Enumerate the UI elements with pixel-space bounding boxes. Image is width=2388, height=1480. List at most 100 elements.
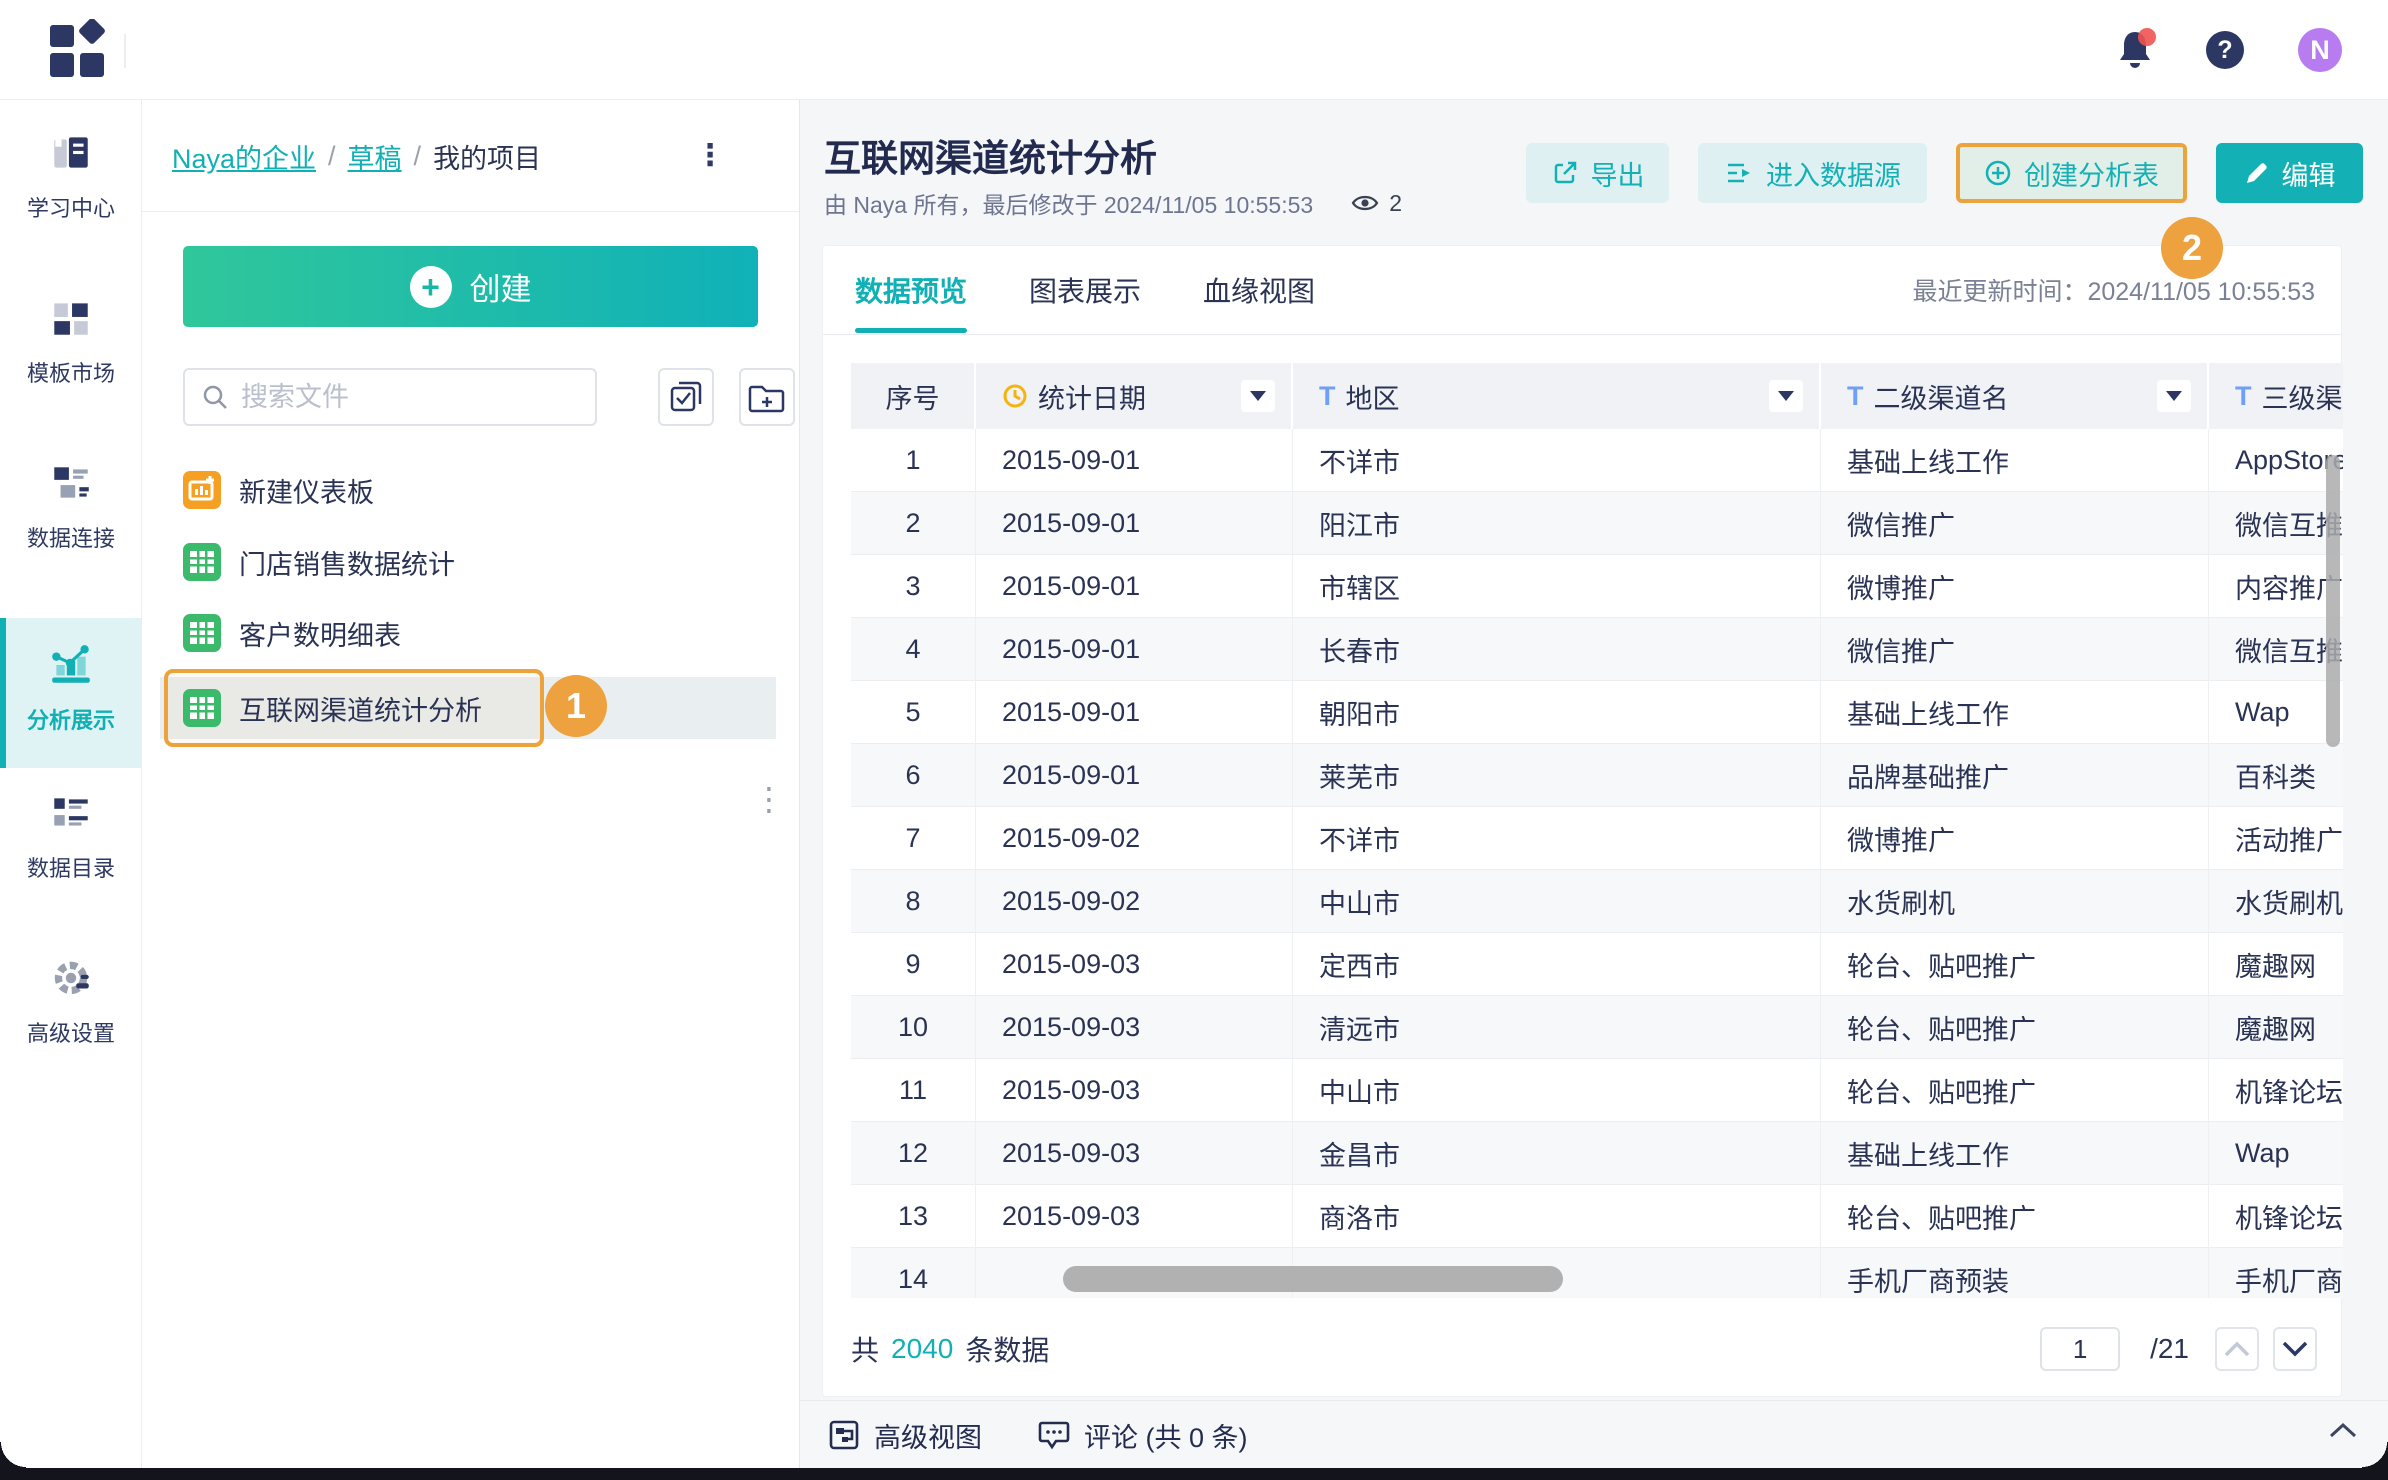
enter-datasource-button[interactable]: 进入数据源	[1698, 143, 1927, 203]
new-folder-icon[interactable]	[739, 368, 795, 426]
table-row[interactable]: 11 2015-09-03 中山市 轮台、贴吧推广 机锋论坛	[851, 1059, 2343, 1122]
table-row[interactable]: 5 2015-09-01 朝阳市 基础上线工作 Wap	[851, 681, 2343, 744]
table-row[interactable]: 12 2015-09-03 金昌市 基础上线工作 Wap	[851, 1122, 2343, 1185]
page-title: 互联网渠道统计分析	[824, 138, 1157, 179]
table-row[interactable]: 3 2015-09-01 市辖区 微博推广 内容推广	[851, 555, 2343, 618]
file-item-table[interactable]: 门店销售数据统计	[183, 537, 455, 587]
sidebar-item-learning-center[interactable]: 学习中心	[0, 130, 142, 223]
table-file-icon	[183, 614, 221, 652]
search-input[interactable]	[241, 381, 571, 413]
table-cell: 基础上线工作	[1821, 681, 2209, 743]
create-analysis-table-button[interactable]: 创建分析表	[1956, 143, 2187, 203]
edit-button[interactable]: 编辑	[2216, 143, 2363, 203]
table-row[interactable]: 2 2015-09-01 阳江市 微信推广 微信互推	[851, 492, 2343, 555]
table-file-icon	[183, 543, 221, 581]
tab-lineage-view[interactable]: 血缘视图	[1203, 246, 1315, 334]
column-filter-dropdown[interactable]	[2157, 380, 2191, 412]
column-filter-dropdown[interactable]	[1769, 380, 1803, 412]
table-row[interactable]: 6 2015-09-01 莱芜市 品牌基础推广 百科类	[851, 744, 2343, 807]
collapse-panel-button[interactable]	[2328, 1421, 2358, 1444]
export-button[interactable]: 导出	[1526, 143, 1669, 203]
text-type-icon: T	[1319, 380, 1336, 411]
file-name: 互联网渠道统计分析	[239, 695, 482, 726]
datasource-icon	[1728, 163, 1750, 183]
advanced-settings-gear-icon	[48, 955, 94, 1006]
bottom-bar: 高级视图 评论 (共 0 条)	[800, 1400, 2388, 1468]
column-header-channel3[interactable]: T 三级渠道名	[2209, 363, 2343, 429]
panel-kebab-menu-icon[interactable]: ⋮	[753, 780, 785, 818]
create-button[interactable]: + 创建	[183, 246, 758, 327]
dashboard-icon	[183, 471, 221, 509]
table-row[interactable]: 13 2015-09-03 商洛市 轮台、贴吧推广 机锋论坛	[851, 1185, 2343, 1248]
page-total-text: /21	[2150, 1333, 2189, 1364]
sidebar-item-analysis-display[interactable]: 分析展示	[0, 618, 142, 768]
table-cell: 2015-09-03	[976, 1185, 1293, 1247]
table-row[interactable]: 7 2015-09-02 不详市 微博推广 活动推广	[851, 807, 2343, 870]
breadcrumb-separator: /	[328, 140, 336, 171]
column-header-region[interactable]: T 地区	[1293, 363, 1821, 429]
enter-datasource-label: 进入数据源	[1766, 160, 1901, 191]
table-cell: 1	[851, 429, 976, 491]
notifications-bell-icon[interactable]	[2118, 28, 2156, 70]
column-header-channel2[interactable]: T 二级渠道名	[1821, 363, 2209, 429]
table-cell: 手机厂商预装	[2235, 1266, 2343, 1297]
help-icon[interactable]: ?	[2206, 31, 2244, 69]
table-cell: 长春市	[1293, 618, 1821, 680]
table-row[interactable]: 4 2015-09-01 长春市 微信推广 微信互推	[851, 618, 2343, 681]
table-cell: 2015-09-02	[976, 807, 1293, 869]
learning-center-icon	[48, 130, 94, 181]
sidebar-item-advanced-settings[interactable]: 高级设置	[0, 955, 142, 1048]
table-row[interactable]: 8 2015-09-02 中山市 水货刷机 水货刷机	[851, 870, 2343, 933]
previous-page-button[interactable]	[2215, 1327, 2259, 1371]
comments-button[interactable]: 评论 (共 0 条)	[1038, 1416, 1248, 1455]
export-icon	[1554, 161, 1576, 184]
data-catalog-icon	[48, 790, 94, 841]
vertical-scrollbar[interactable]	[2326, 455, 2340, 747]
search-icon	[203, 385, 227, 409]
table-cell: 莱芜市	[1293, 744, 1821, 806]
table-cell: 14	[851, 1248, 976, 1298]
table-cell: 水货刷机	[2235, 888, 2343, 919]
breadcrumb-current: 我的项目	[433, 143, 542, 174]
tabs: 数据预览 图表展示 血缘视图	[855, 246, 1315, 334]
multi-select-icon[interactable]	[658, 368, 714, 426]
breadcrumb-link-draft[interactable]: 草稿	[348, 137, 402, 176]
page-number-input[interactable]	[2040, 1327, 2121, 1371]
view-count-value: 2	[1389, 189, 1402, 216]
file-item-table[interactable]: 客户数明细表	[183, 608, 401, 658]
table-header-row: 序号 统计日期 T 地区 T 二级渠道名 T 三级渠	[851, 363, 2343, 429]
horizontal-scrollbar[interactable]	[1063, 1266, 1563, 1292]
breadcrumb-link-enterprise[interactable]: Naya的企业	[172, 137, 316, 176]
sidebar-item-data-catalog[interactable]: 数据目录	[0, 790, 142, 883]
app-logo-icon[interactable]	[48, 18, 110, 86]
advanced-view-button[interactable]: 高级视图	[828, 1416, 982, 1455]
total-suffix: 条数据	[965, 1335, 1050, 1366]
table-cell: 微信互推	[2235, 510, 2343, 541]
table-row[interactable]: 9 2015-09-03 定西市 轮台、贴吧推广 魔趣网	[851, 933, 2343, 996]
breadcrumb: Naya的企业 / 草稿 / 我的项目	[172, 100, 541, 212]
sidebar-item-template-market[interactable]: 模板市场	[0, 295, 142, 388]
table-row[interactable]: 1 2015-09-01 不详市 基础上线工作 AppStore	[851, 429, 2343, 492]
table-cell: 2015-09-01	[976, 492, 1293, 554]
file-item-table-selected[interactable]: 互联网渠道统计分析	[183, 683, 482, 733]
table-row[interactable]: 10 2015-09-03 清远市 轮台、贴吧推广 魔趣网	[851, 996, 2343, 1059]
table-cell: 基础上线工作	[1821, 429, 2209, 491]
column-header-date[interactable]: 统计日期	[976, 363, 1293, 429]
header-actions: 导出 进入数据源 创建分析表 编辑	[1526, 143, 2363, 203]
top-bar: ? N	[0, 0, 2388, 100]
topbar-actions: ? N	[2118, 0, 2342, 100]
file-item-dashboard[interactable]: 新建仪表板	[183, 465, 374, 515]
tab-data-preview[interactable]: 数据预览	[855, 246, 968, 334]
breadcrumb-kebab-menu-icon[interactable]: ⋮	[695, 138, 725, 173]
file-name: 门店销售数据统计	[239, 549, 455, 580]
tab-chart-display[interactable]: 图表展示	[1029, 246, 1141, 334]
table-cell: 7	[851, 807, 976, 869]
table-cell: 不详市	[1293, 429, 1821, 491]
sidebar-item-data-connection[interactable]: 数据连接	[0, 460, 142, 553]
pencil-icon	[2246, 163, 2267, 183]
user-avatar[interactable]: N	[2298, 28, 2342, 72]
column-header-seq: 序号	[851, 363, 976, 429]
next-page-button[interactable]	[2273, 1327, 2317, 1371]
table-file-icon	[183, 689, 221, 727]
column-filter-dropdown[interactable]	[1241, 380, 1275, 412]
